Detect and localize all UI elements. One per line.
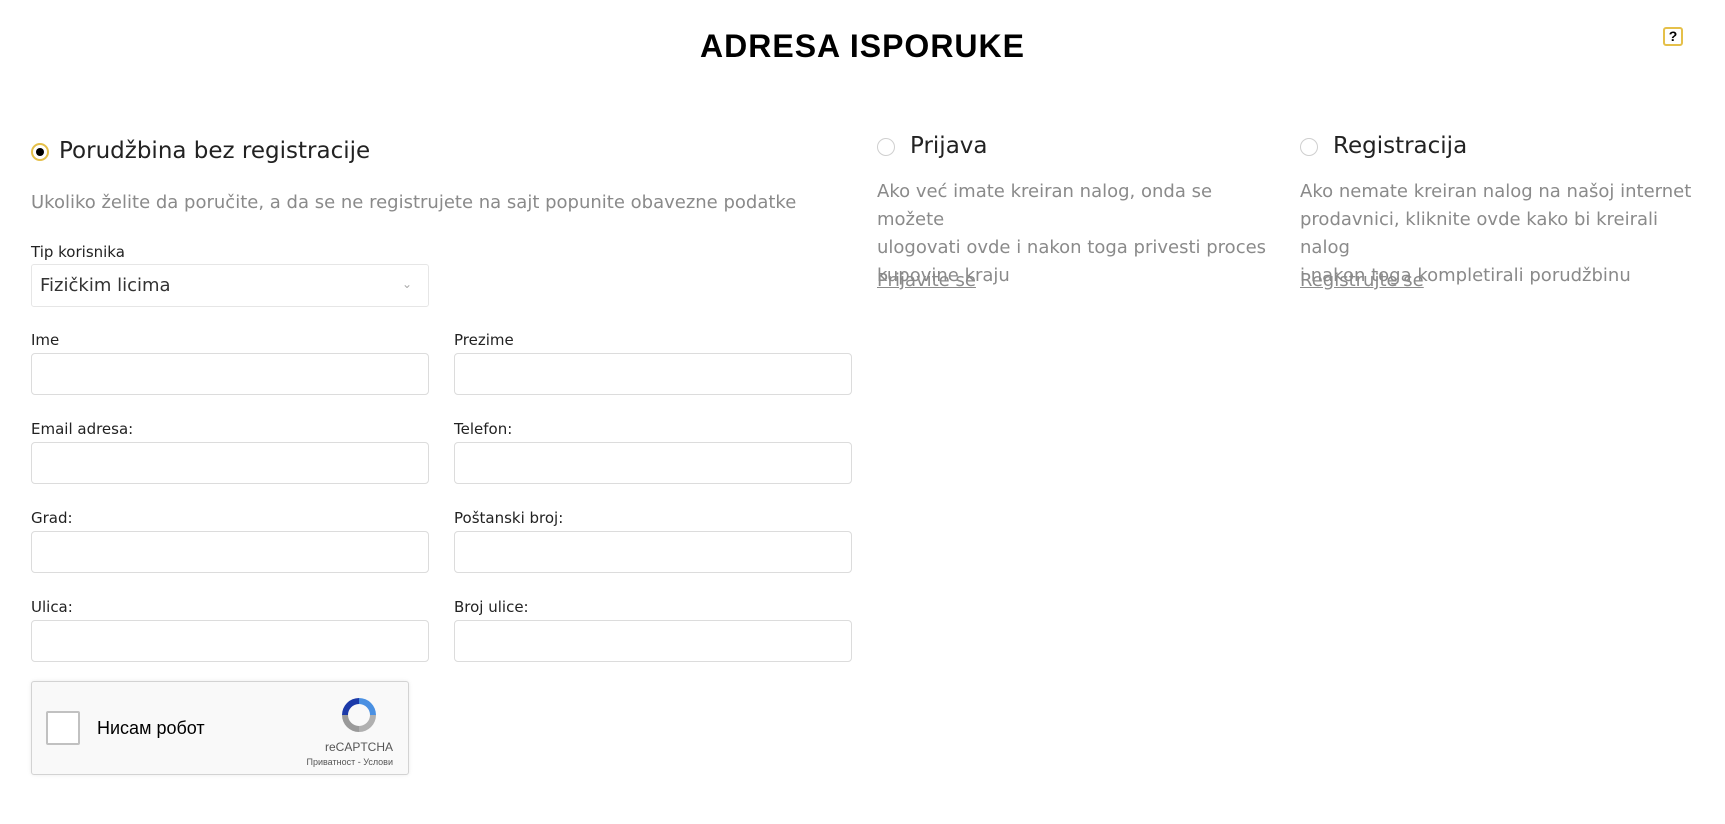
guest-radio[interactable] (31, 143, 49, 161)
street-number-label: Broj ulice: (454, 598, 529, 616)
street-number-input[interactable] (454, 620, 852, 662)
email-input[interactable] (31, 442, 429, 484)
first-name-input[interactable] (31, 353, 429, 395)
user-type-value: Fizičkim licima (40, 275, 171, 296)
register-option-title[interactable]: Registracija (1333, 133, 1467, 159)
postal-code-label: Poštanski broj: (454, 509, 564, 527)
last-name-input[interactable] (454, 353, 852, 395)
user-type-label: Tip korisnika (31, 243, 125, 261)
login-description-line: Ako već imate kreiran nalog, onda se mož… (877, 181, 1213, 230)
city-label: Grad: (31, 509, 73, 527)
street-input[interactable] (31, 620, 429, 662)
login-description-line: ulogovati ovde i nakon toga privesti pro… (877, 237, 1267, 258)
guest-option-title[interactable]: Porudžbina bez registracije (59, 138, 370, 164)
guest-description: Ukoliko želite da poručite, a da se ne r… (31, 192, 797, 213)
postal-code-input[interactable] (454, 531, 852, 573)
help-button[interactable]: ? (1663, 27, 1683, 46)
register-link[interactable]: Registrujte se (1300, 270, 1424, 291)
login-link[interactable]: Prijavite se (877, 270, 976, 291)
email-label: Email adresa: (31, 420, 134, 438)
register-description-line: Ako nemate kreiran nalog na našoj intern… (1300, 181, 1692, 202)
recaptcha-widget: Нисам робот reCAPTCHA Приватност - Услов… (31, 681, 409, 775)
street-label: Ulica: (31, 598, 73, 616)
captcha-checkbox[interactable] (46, 711, 80, 745)
chevron-down-icon: ⌄ (401, 277, 412, 291)
recaptcha-brand: reCAPTCHA (324, 740, 393, 754)
user-type-select[interactable]: Fizičkim licima ⌄ (31, 264, 429, 307)
phone-label: Telefon: (454, 420, 513, 438)
captcha-label: Нисам робот (97, 718, 205, 738)
last-name-label: Prezime (454, 331, 514, 349)
login-radio[interactable] (877, 138, 895, 156)
city-input[interactable] (31, 531, 429, 573)
page-title: ADRESA ISPORUKE (700, 28, 1025, 64)
recaptcha-logo-icon (342, 698, 376, 732)
login-option-title[interactable]: Prijava (910, 133, 988, 159)
recaptcha-terms[interactable]: Приватност - Услови (307, 757, 394, 767)
first-name-label: Ime (31, 331, 60, 349)
phone-input[interactable] (454, 442, 852, 484)
register-radio[interactable] (1300, 138, 1318, 156)
register-description-line: prodavnici, kliknite ovde kako bi kreira… (1300, 209, 1659, 258)
